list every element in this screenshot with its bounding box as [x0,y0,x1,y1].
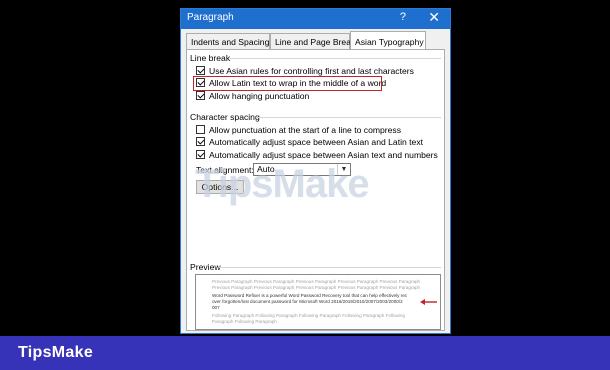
hanging-punctuation-checkbox[interactable] [196,91,205,101]
tab-indents-and-spacing[interactable]: Indents and Spacing [186,33,270,49]
brand-logo: TipsMake [18,344,94,361]
section-divider [256,117,441,118]
close-icon[interactable]: ✕ [428,9,440,26]
brand-bar: TipsMake [0,336,610,370]
watermark-logo: TipsMake [195,162,370,206]
asian-rules-checkbox[interactable] [196,66,205,76]
asian-latin-space-option[interactable]: Automatically adjust space between Asian… [196,137,423,148]
screenshot-frame: Paragraph ? ✕ Indents and Spacing Line a… [0,0,610,370]
compress-punctuation-label: Allow punctuation at the start of a line… [209,125,402,135]
preview-heading: Preview [190,262,221,272]
asian-rules-label: Use Asian rules for controlling first an… [209,66,414,76]
highlight-box [193,76,382,91]
asian-latin-space-label: Automatically adjust space between Asian… [209,137,424,147]
preview-following-line: Paragraph Following Paragraph [212,319,277,324]
asian-numbers-space-label: Automatically adjust space between Asian… [209,150,438,160]
section-divider [230,58,441,59]
hanging-punctuation-label: Allow hanging punctuation [209,91,310,101]
red-arrow-icon [420,299,437,305]
character-spacing-heading: Character spacing [190,112,260,122]
tab-line-and-page-breaks[interactable]: Line and Page Breaks [270,33,360,49]
section-divider [219,267,441,268]
hanging-punctuation-option[interactable]: Allow hanging punctuation [196,91,309,102]
preview-previous-line: Previous Paragraph Previous Paragraph Pr… [212,285,421,290]
dialog-title: Paragraph [187,12,234,23]
line-break-heading: Line break [190,53,231,63]
asian-numbers-space-option[interactable]: Automatically adjust space between Asian… [196,150,438,161]
compress-punctuation-option[interactable]: Allow punctuation at the start of a line… [196,125,401,136]
preview-sample-line: Word Password Refixer is a powerful Word… [212,293,408,298]
help-icon[interactable]: ? [400,11,406,23]
preview-box: Previous Paragraph Previous Paragraph Pr… [195,274,441,330]
compress-punctuation-checkbox[interactable] [196,125,205,135]
asian-numbers-space-checkbox[interactable] [196,150,205,160]
preview-previous-line: Previous Paragraph Previous Paragraph Pr… [212,279,421,284]
preview-sample-line: 007 [212,305,220,310]
preview-sample-line: over forgotten/lost document password fo… [212,299,403,304]
asian-latin-space-checkbox[interactable] [196,137,205,147]
dialog-titlebar: Paragraph ? ✕ [181,9,450,29]
tab-asian-typography[interactable]: Asian Typography [350,31,426,49]
preview-following-line: Following Paragraph Following Paragraph … [212,313,406,318]
